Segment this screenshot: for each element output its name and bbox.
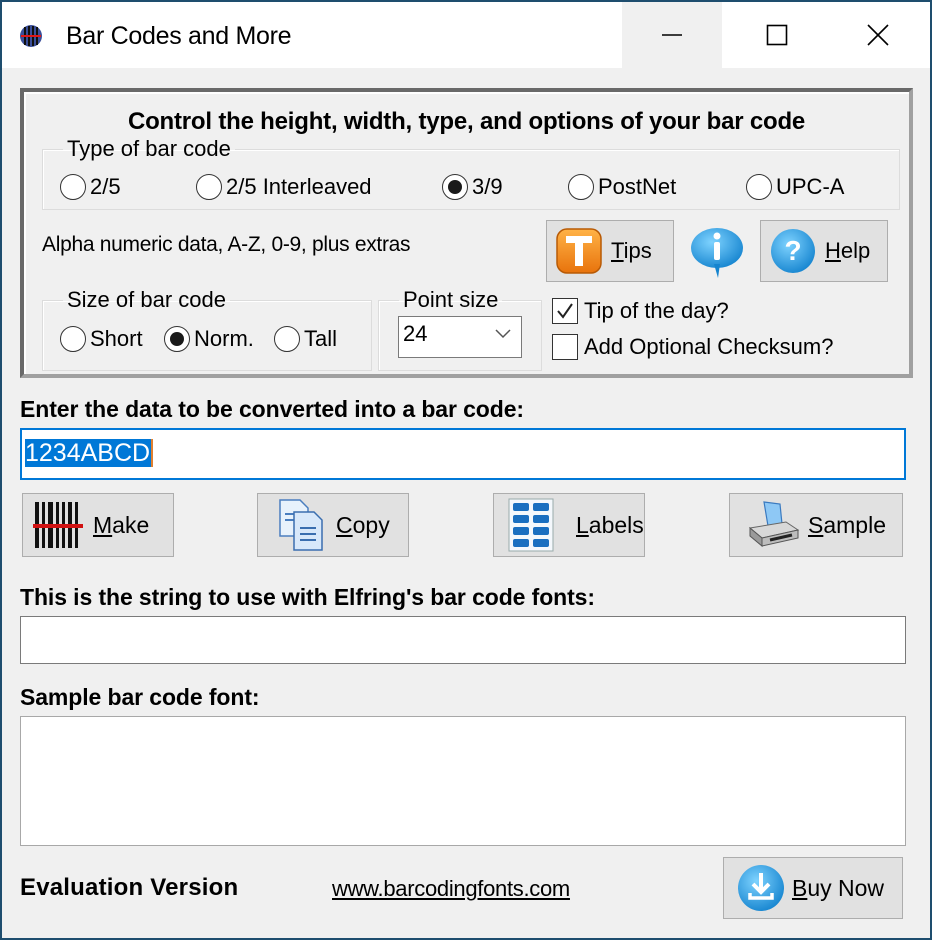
close-button[interactable] [828, 2, 928, 68]
labels-label: Labels [576, 511, 644, 538]
window-title: Bar Codes and More [66, 22, 292, 50]
radio-label: 2/5 Interleaved [226, 174, 372, 199]
help-label: Help [825, 238, 871, 263]
barcode-icon [33, 502, 83, 548]
bar-code-type-description: Alpha numeric data, A-Z, 0-9, plus extra… [42, 233, 411, 256]
help-button[interactable]: ? Help [760, 220, 888, 282]
buy-now-label: Buy Now [792, 874, 885, 901]
radio-label: Norm. [194, 326, 254, 351]
make-label: Make [93, 511, 150, 538]
minimize-icon [662, 34, 682, 36]
radio-circle-selected[interactable] [442, 174, 468, 200]
radio-size-tall[interactable]: Tall [274, 326, 337, 352]
radio-type-postnet[interactable]: PostNet [568, 174, 676, 200]
tips-button[interactable]: Tips [546, 220, 674, 282]
point-size-value: 24 [403, 321, 428, 346]
tip-of-the-day-checkbox[interactable]: Tip of the day? [552, 298, 729, 324]
maximize-icon [766, 24, 788, 46]
labels-icon [508, 498, 554, 552]
barcode-app-icon [20, 25, 42, 47]
sample-button[interactable]: Sample [729, 493, 903, 557]
title-bar: Bar Codes and More [2, 2, 930, 68]
checkbox-box-checked[interactable] [552, 298, 578, 324]
radio-label: UPC-A [776, 174, 845, 199]
radio-label: Short [90, 326, 143, 351]
point-size-legend: Point size [403, 287, 499, 312]
radio-type-2of5[interactable]: 2/5 [60, 174, 121, 200]
output-string-field[interactable] [20, 616, 906, 664]
checkbox-box[interactable] [552, 334, 578, 360]
tips-label: Tips [611, 238, 652, 263]
point-size-select[interactable]: 24 [398, 316, 522, 358]
chevron-down-icon [495, 329, 511, 339]
radio-circle[interactable] [568, 174, 594, 200]
minimize-button[interactable] [622, 2, 722, 68]
output-string-label: This is the string to use with Elfring's… [20, 584, 595, 610]
radio-type-3of9[interactable]: 3/9 [442, 174, 503, 200]
evaluation-version-text: Evaluation Version [20, 874, 239, 901]
radio-label: Tall [304, 326, 338, 351]
sample-font-preview [20, 716, 906, 846]
options-panel: Control the height, width, type, and opt… [20, 88, 913, 378]
radio-type-upca[interactable]: UPC-A [746, 174, 844, 200]
radio-circle-selected[interactable] [164, 326, 190, 352]
sample-label: Sample [808, 511, 886, 538]
radio-circle[interactable] [60, 174, 86, 200]
radio-circle[interactable] [60, 326, 86, 352]
printer-icon [748, 501, 800, 548]
close-icon [867, 24, 889, 46]
size-group-legend: Size of bar code [67, 287, 226, 312]
checkbox-label: Tip of the day? [584, 298, 729, 323]
sample-font-label: Sample bar code font: [20, 684, 260, 710]
tips-t-icon [556, 228, 602, 274]
maximize-button[interactable] [727, 2, 827, 68]
radio-type-2of5-interleaved[interactable]: 2/5 Interleaved [196, 174, 372, 200]
copy-label: Copy [336, 511, 390, 538]
info-bubble-icon[interactable] [688, 224, 746, 282]
help-question-icon: ? [771, 229, 815, 273]
svg-text:?: ? [784, 235, 801, 266]
make-button[interactable]: Make [22, 493, 174, 557]
radio-label: PostNet [598, 174, 677, 199]
radio-circle[interactable] [274, 326, 300, 352]
data-input-field[interactable]: 1234ABCD [20, 428, 906, 480]
website-link[interactable]: www.barcodingfonts.com [332, 876, 570, 902]
download-icon [738, 865, 784, 911]
optional-checksum-checkbox[interactable]: Add Optional Checksum? [552, 334, 833, 360]
app-window: Bar Codes and More Control the height, w… [2, 2, 930, 938]
copy-button[interactable]: Copy [257, 493, 409, 557]
type-group-legend: Type of bar code [67, 136, 231, 161]
radio-label: 3/9 [472, 174, 503, 199]
data-input-value: 1234ABCD [25, 439, 154, 467]
checkbox-label: Add Optional Checksum? [584, 334, 834, 359]
panel-heading: Control the height, width, type, and opt… [127, 108, 806, 135]
radio-size-short[interactable]: Short [60, 326, 143, 352]
radio-circle[interactable] [196, 174, 222, 200]
radio-label: 2/5 [90, 174, 121, 199]
buy-now-button[interactable]: Buy Now [723, 857, 903, 919]
radio-size-norm[interactable]: Norm. [164, 326, 254, 352]
radio-circle[interactable] [746, 174, 772, 200]
data-input-label: Enter the data to be converted into a ba… [20, 396, 524, 422]
copy-icon [279, 499, 323, 551]
checkmark-icon [557, 303, 573, 319]
labels-button[interactable]: Labels [493, 493, 645, 557]
